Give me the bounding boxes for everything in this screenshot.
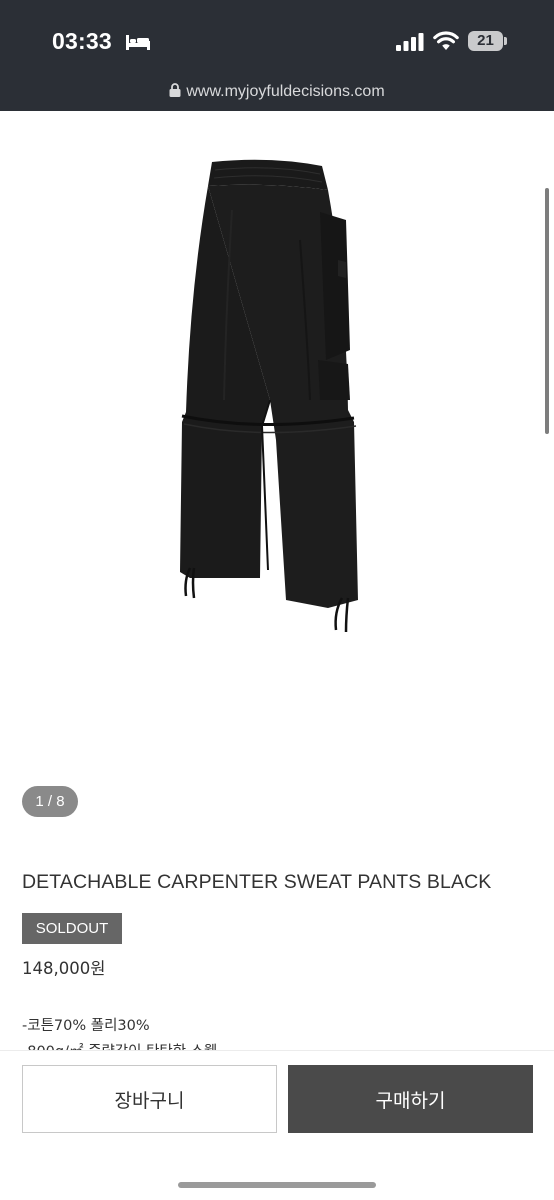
status-time: 03:33	[52, 28, 112, 54]
battery-icon: 21	[468, 31, 507, 51]
product-image[interactable]	[150, 150, 390, 640]
bed-icon	[126, 35, 150, 50]
scrollbar-thumb[interactable]	[545, 188, 549, 434]
product-price: 148,000원	[22, 959, 106, 978]
soldout-badge: SOLDOUT	[22, 913, 122, 944]
battery-cap	[504, 37, 507, 45]
address-bar[interactable]: www.myjoyfuldecisions.com	[0, 83, 554, 101]
top-bar: 03:33 21 www.myjoyfuldecisions.com	[0, 0, 554, 111]
description-line: -코튼70% 폴리30%	[22, 1018, 150, 1034]
lock-icon	[169, 83, 181, 97]
buy-now-button[interactable]: 구매하기	[288, 1065, 533, 1133]
image-pager: 1 / 8	[22, 786, 78, 817]
product-title: DETACHABLE CARPENTER SWEAT PANTS BLACK	[22, 871, 492, 893]
bottom-action-bar: 장바구니 구매하기	[0, 1050, 554, 1200]
home-indicator[interactable]	[178, 1182, 376, 1188]
wifi-icon	[433, 31, 459, 50]
battery-level: 21	[468, 31, 503, 51]
cellular-signal-icon	[396, 33, 424, 51]
add-to-cart-button[interactable]: 장바구니	[22, 1065, 277, 1133]
url-text: www.myjoyfuldecisions.com	[186, 83, 385, 100]
